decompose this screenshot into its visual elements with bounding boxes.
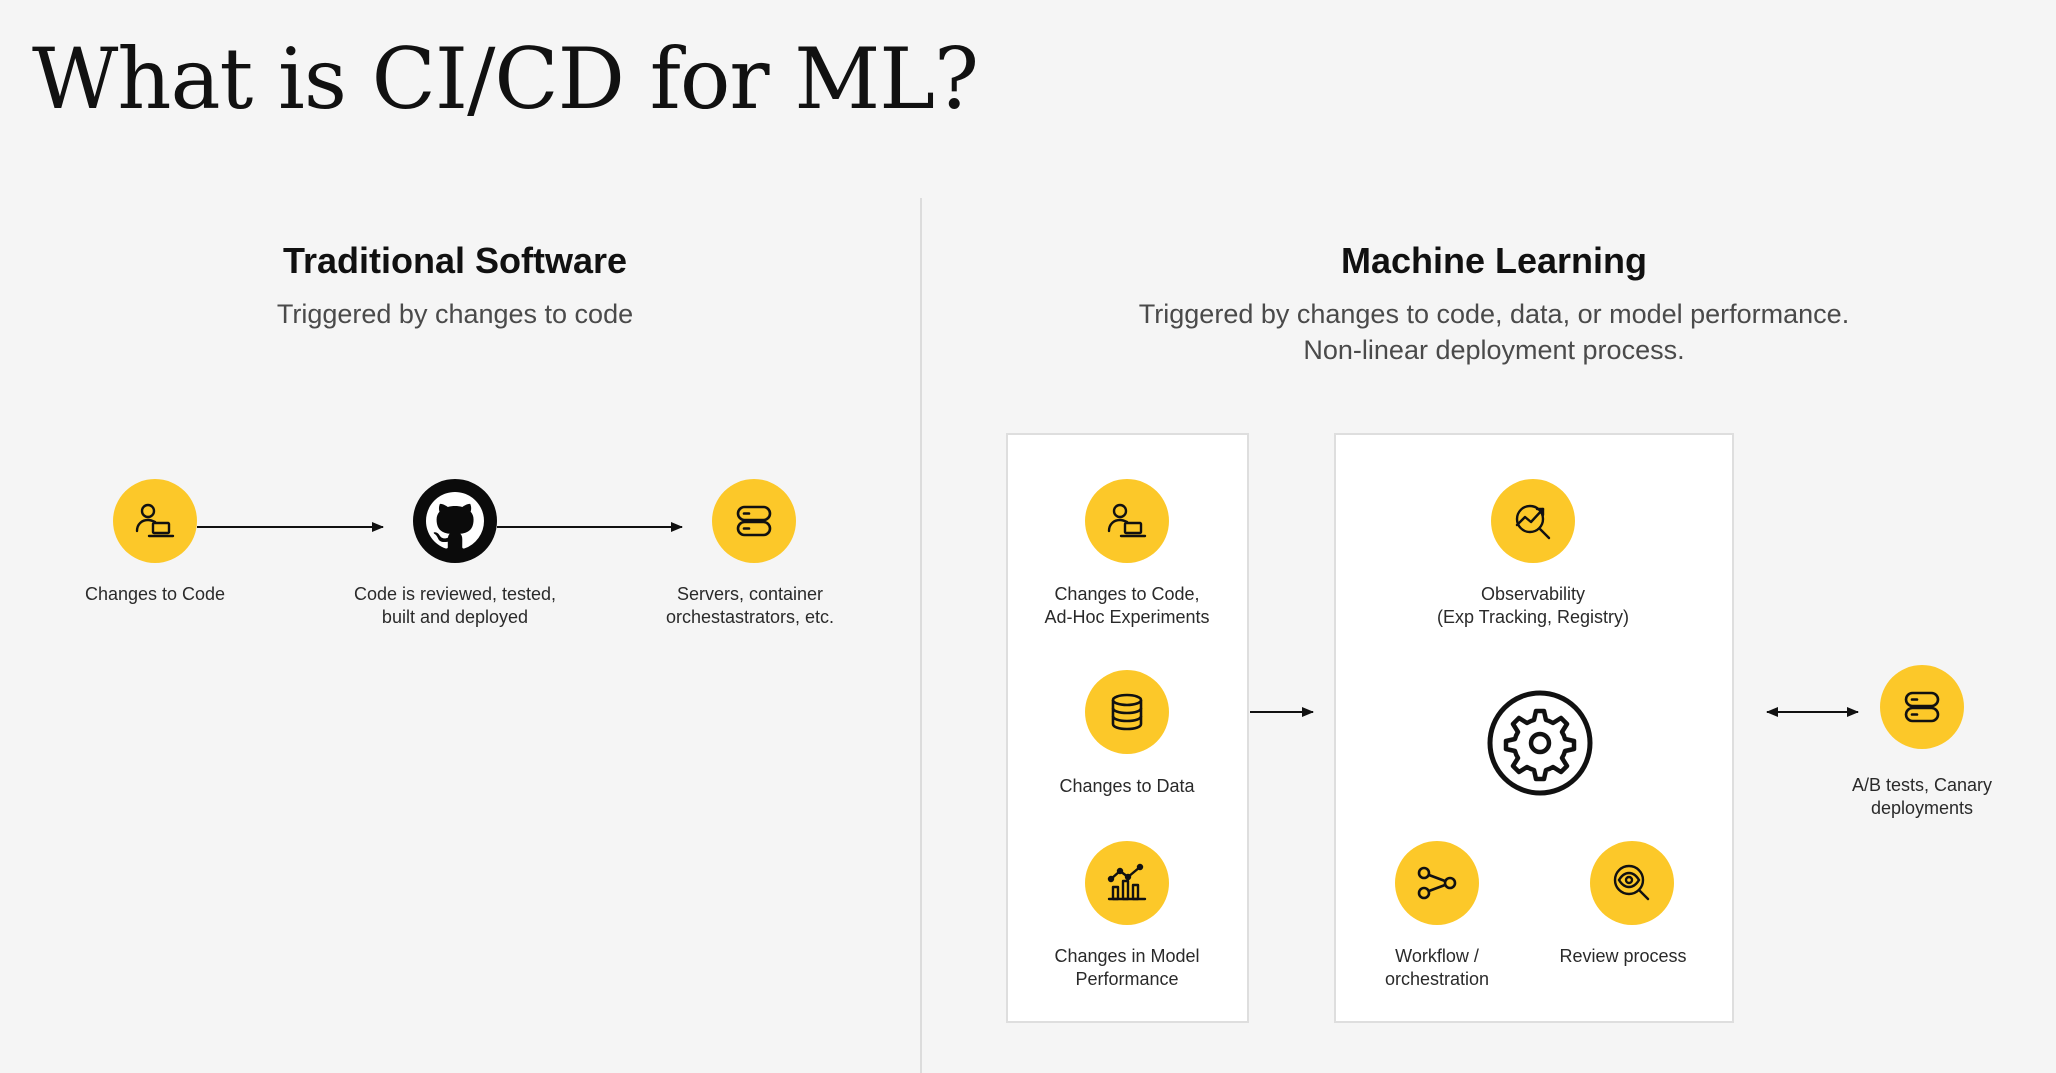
node-label-changes-to-code: Changes to Code xyxy=(84,584,226,604)
person-laptop-icon xyxy=(113,479,197,563)
traditional-section-subtitle: Triggered by changes to code xyxy=(276,299,634,329)
traditional-section-title: Traditional Software xyxy=(282,240,628,281)
pipeline-label-observability: Observability (Exp Tracking, Registry) xyxy=(1436,584,1630,627)
ml-section-subtitle: Triggered by changes to code, data, or m… xyxy=(1138,299,1850,365)
node-label-code-reviewed: Code is reviewed, tested, built and depl… xyxy=(353,584,557,627)
section-divider xyxy=(920,198,922,1073)
deployment-label: A/B tests, Canary deployments xyxy=(1851,775,1993,818)
database-icon xyxy=(1085,670,1169,754)
observability-chart-icon xyxy=(1491,479,1575,563)
node-label-servers: Servers, container orchestastrators, etc… xyxy=(665,584,835,627)
pipeline-label-review: Review process xyxy=(1559,946,1687,966)
page-title: What is CI/CD for ML? xyxy=(32,30,979,128)
trigger-label-data: Changes to Data xyxy=(1059,776,1195,796)
gear-icon xyxy=(1486,689,1594,797)
review-eye-icon xyxy=(1590,841,1674,925)
pipeline-label-workflow: Workflow / orchestration xyxy=(1384,946,1490,989)
workflow-share-icon xyxy=(1395,841,1479,925)
person-laptop-icon xyxy=(1085,479,1169,563)
server-icon xyxy=(1880,665,1964,749)
server-icon xyxy=(712,479,796,563)
ml-section-title: Machine Learning xyxy=(1340,240,1648,281)
github-icon xyxy=(413,479,497,563)
trigger-label-code: Changes to Code, Ad-Hoc Experiments xyxy=(1044,584,1210,627)
performance-chart-icon xyxy=(1085,841,1169,925)
trigger-label-performance: Changes in Model Performance xyxy=(1054,946,1200,989)
